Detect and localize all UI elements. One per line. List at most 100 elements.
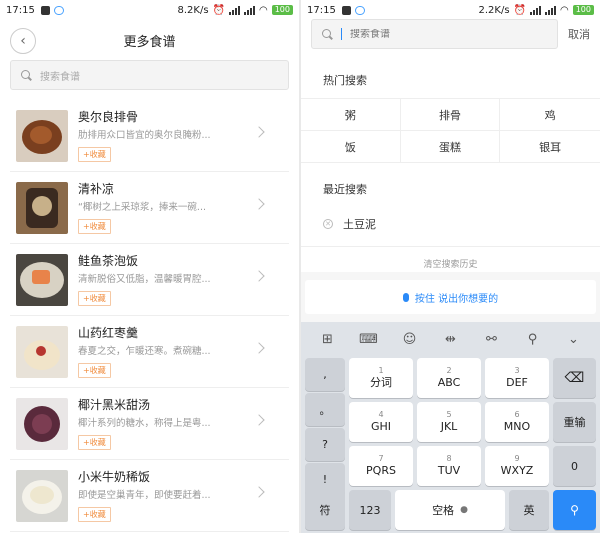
key-num: 6 bbox=[514, 410, 520, 419]
hot-search-item[interactable]: 饭 bbox=[301, 131, 401, 163]
keyboard: ⊞ ⌨ ☺ ⇹ ⚯ ⚲ ⌄ , 。 ? ! 1 分词 2 ABC 3 DEF ⌫ 4G… bbox=[301, 322, 600, 533]
key-letters: DEF bbox=[506, 376, 528, 389]
key-comma[interactable]: , bbox=[305, 358, 345, 391]
favorite-button[interactable]: +收藏 bbox=[78, 435, 111, 450]
alarm-icon: ⏰ bbox=[212, 4, 225, 16]
grid-menu-icon[interactable]: ⊞ bbox=[316, 332, 340, 347]
list-item[interactable]: 椰汁黑米甜汤 椰汁系列的糖水，称得上是粤... +收藏 bbox=[10, 388, 289, 460]
backspace-icon: ⌫ bbox=[564, 370, 585, 386]
hot-search-item[interactable]: 鸡 bbox=[500, 99, 600, 131]
recipe-name: 奥尔良排骨 bbox=[78, 110, 139, 124]
favorite-button[interactable]: +收藏 bbox=[78, 147, 111, 162]
key-letters: MNO bbox=[503, 420, 531, 433]
search-icon bbox=[21, 69, 32, 81]
key-2[interactable]: 2 ABC bbox=[417, 358, 481, 398]
search-icon bbox=[322, 28, 333, 40]
key-letters: WXYZ bbox=[500, 464, 534, 477]
key-8[interactable]: 8 TUV bbox=[417, 446, 481, 486]
chevron-left-icon: ‹ bbox=[20, 33, 26, 49]
search-input[interactable] bbox=[350, 28, 500, 40]
numeric-key[interactable]: 123 bbox=[349, 490, 391, 530]
key-question[interactable]: ? bbox=[305, 428, 345, 461]
status-time: 17:15 bbox=[307, 4, 336, 16]
key-1[interactable]: 1 分词 bbox=[349, 358, 413, 398]
back-button[interactable]: ‹ bbox=[10, 28, 36, 54]
alarm-icon: ⏰ bbox=[513, 4, 526, 16]
emoji-icon[interactable]: ☺ bbox=[398, 332, 422, 347]
hot-search-item[interactable]: 粥 bbox=[301, 99, 401, 131]
key-num: 3 bbox=[514, 366, 520, 375]
key-letters: 分词 bbox=[370, 376, 392, 389]
list-item[interactable]: 奥尔良排骨 肋排用众口皆宜的奥尔良腌粉... +收藏 bbox=[10, 100, 289, 172]
key-4[interactable]: 4 GHI bbox=[349, 402, 413, 442]
key-6[interactable]: 6 MNO bbox=[485, 402, 549, 442]
recipe-desc: 清新脱俗又低脂，温馨暖胃腔... bbox=[78, 274, 211, 285]
recent-search-item[interactable]: ✕ 土豆泥 bbox=[301, 211, 600, 247]
key-num: 5 bbox=[446, 410, 452, 419]
key-num: 8 bbox=[446, 454, 452, 463]
key-letters: GHI bbox=[370, 420, 392, 433]
cancel-button[interactable]: 取消 bbox=[568, 26, 590, 42]
reenter-button[interactable]: 重输 bbox=[553, 402, 596, 442]
space-key[interactable]: 空格 ● bbox=[395, 490, 505, 530]
list-item[interactable]: 鲑鱼茶泡饭 清新脱俗又低脂，温馨暖胃腔... +收藏 bbox=[10, 244, 289, 316]
list-item[interactable]: 山药红枣羹 春夏之交，乍暖还寒。煮碗糖... +收藏 bbox=[10, 316, 289, 388]
cloud-icon bbox=[53, 5, 64, 15]
cloud-icon bbox=[354, 5, 365, 15]
hot-search-item[interactable]: 银耳 bbox=[500, 131, 600, 163]
list-item[interactable]: 小米牛奶稀饭 即使是空巢青年，即使要赶着... +收藏 bbox=[10, 460, 289, 532]
wifi-icon: ◠ bbox=[559, 4, 569, 16]
key-period[interactable]: 。 bbox=[305, 393, 345, 426]
network-speed: 8.2K/s bbox=[177, 4, 209, 16]
recipe-thumbnail bbox=[16, 397, 68, 450]
cursor-move-icon[interactable]: ⇹ bbox=[439, 332, 463, 347]
search-icon[interactable]: ⚲ bbox=[521, 332, 545, 347]
voice-input-button[interactable]: 按住 说出你想要的 bbox=[305, 280, 596, 314]
key-7[interactable]: 7 PQRS bbox=[349, 446, 413, 486]
backspace-button[interactable]: ⌫ bbox=[553, 358, 596, 398]
search-bar[interactable]: 搜索食谱 bbox=[10, 60, 289, 90]
key-num: 7 bbox=[378, 454, 384, 463]
symbol-key[interactable]: 符 bbox=[305, 490, 345, 530]
recipe-thumbnail bbox=[16, 181, 68, 234]
favorite-button[interactable]: +收藏 bbox=[78, 219, 111, 234]
status-bar: 17:15 8.2K/s ⏰ ◠ 100 bbox=[0, 0, 299, 20]
close-icon[interactable]: ✕ bbox=[323, 218, 333, 229]
recipe-name: 鲑鱼茶泡饭 bbox=[78, 254, 139, 268]
microphone-icon bbox=[402, 292, 409, 302]
favorite-button[interactable]: +收藏 bbox=[78, 291, 111, 306]
search-submit-button[interactable]: ⚲ bbox=[553, 490, 596, 530]
hot-search-item[interactable]: 蛋糕 bbox=[400, 131, 501, 163]
key-5[interactable]: 5 JKL bbox=[417, 402, 481, 442]
signal2-icon bbox=[544, 5, 556, 15]
microphone-icon: ● bbox=[460, 505, 468, 515]
battery-indicator: 100 bbox=[271, 5, 293, 15]
language-key[interactable]: 英 bbox=[509, 490, 549, 530]
search-bar[interactable] bbox=[311, 19, 558, 49]
search-row: 取消 bbox=[301, 18, 600, 50]
chevron-down-icon[interactable]: ⌄ bbox=[562, 332, 586, 347]
key-letters: TUV bbox=[437, 464, 461, 477]
keyboard-layout-icon[interactable]: ⌨ bbox=[357, 332, 381, 347]
signal-icon bbox=[228, 5, 240, 15]
hot-search-item[interactable]: 排骨 bbox=[400, 99, 501, 131]
keyboard-toolbar: ⊞ ⌨ ☺ ⇹ ⚯ ⚲ ⌄ bbox=[301, 322, 600, 356]
recent-search-title: 最近搜索 bbox=[323, 183, 367, 196]
battery-indicator: 100 bbox=[572, 5, 594, 15]
favorite-button[interactable]: +收藏 bbox=[78, 507, 111, 522]
key-3[interactable]: 3 DEF bbox=[485, 358, 549, 398]
recipe-thumbnail bbox=[16, 325, 68, 378]
favorite-button[interactable]: +收藏 bbox=[78, 363, 111, 378]
recipe-name: 小米牛奶稀饭 bbox=[78, 470, 151, 484]
status-bar: 17:15 2.2K/s ⏰ ◠ 100 bbox=[301, 0, 600, 20]
recipe-thumbnail bbox=[16, 109, 68, 162]
clear-history-button[interactable]: 清空搜索历史 bbox=[301, 257, 600, 270]
link-icon[interactable]: ⚯ bbox=[480, 332, 504, 347]
voice-label: 按住 说出你想要的 bbox=[414, 293, 499, 305]
key-9[interactable]: 9 WXYZ bbox=[485, 446, 549, 486]
shield-icon bbox=[40, 5, 50, 15]
list-item[interactable]: 清补凉 “椰树之上采琼浆，捧来一碗... +收藏 bbox=[10, 172, 289, 244]
key-0[interactable]: 0 bbox=[553, 446, 596, 486]
recipe-list: 奥尔良排骨 肋排用众口皆宜的奥尔良腌粉... +收藏 清补凉 “椰树之上采琼浆，… bbox=[0, 100, 299, 532]
recipe-desc: 春夏之交，乍暖还寒。煮碗糖... bbox=[78, 346, 211, 357]
